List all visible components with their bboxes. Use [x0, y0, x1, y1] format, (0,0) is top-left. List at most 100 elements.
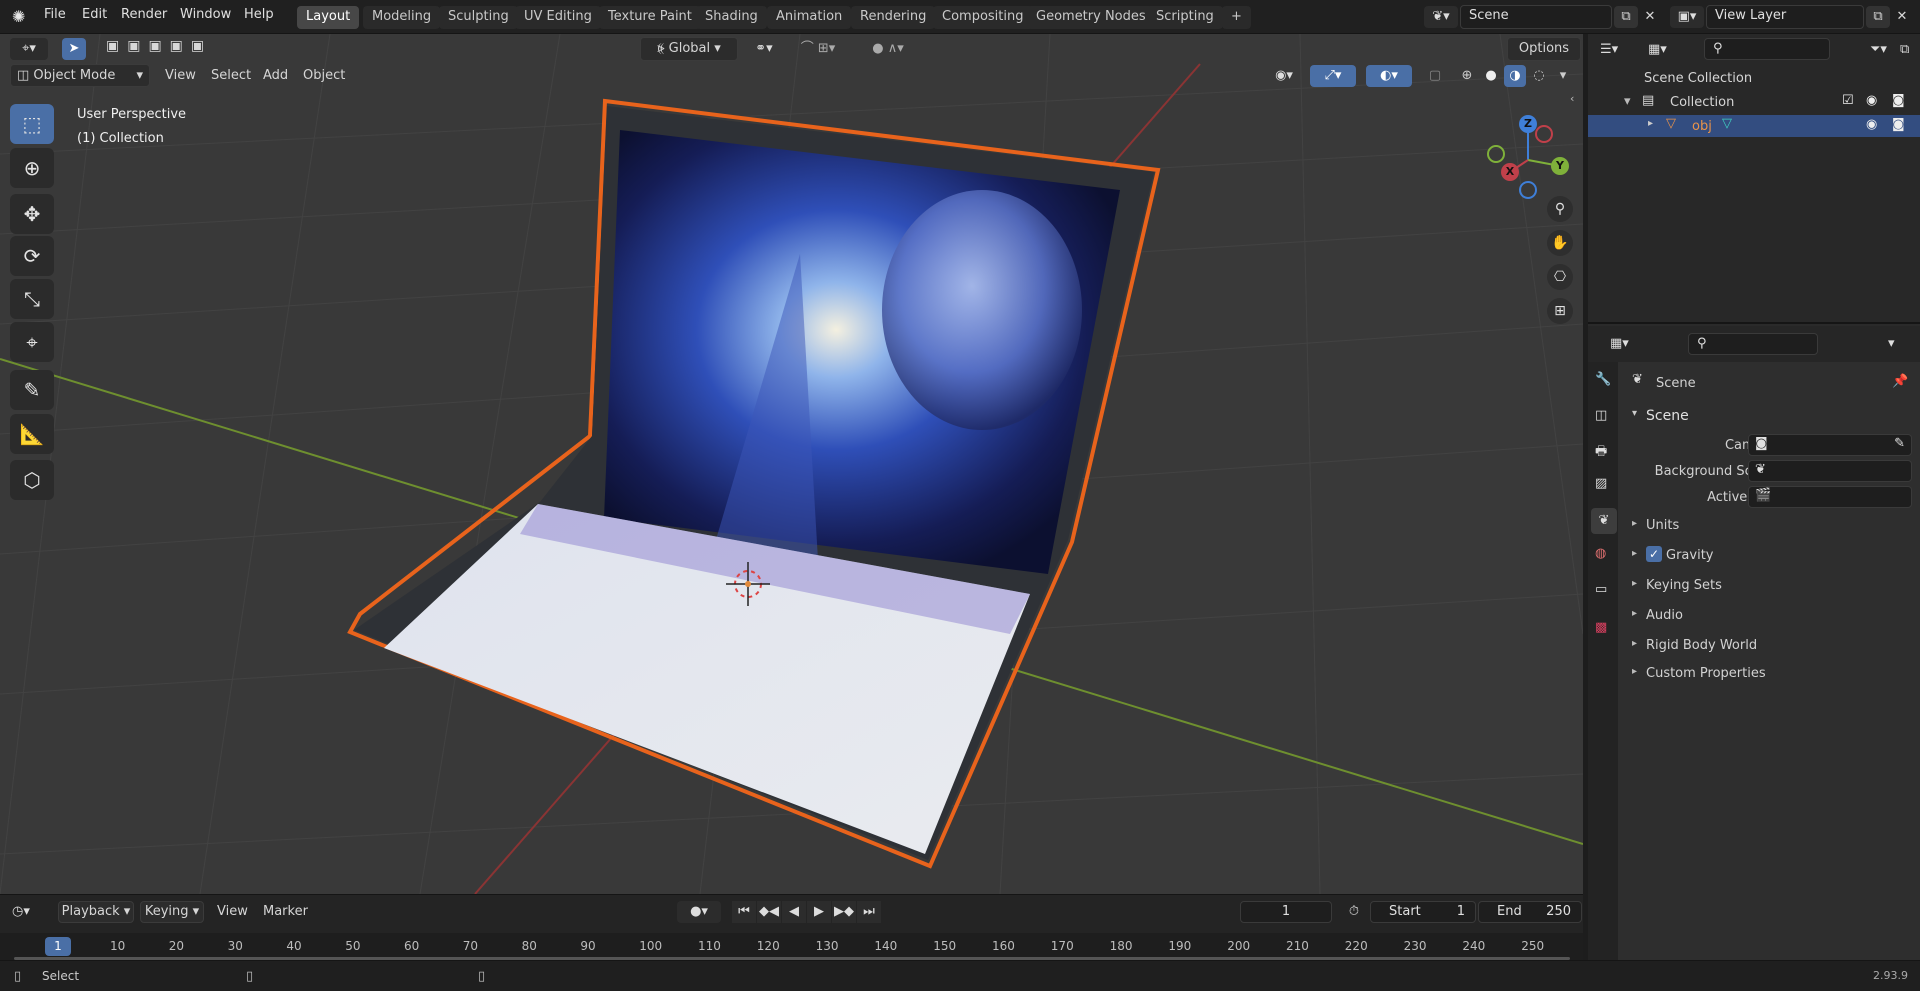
gravity-panel-header[interactable]: ▸ ✓ Gravity [1632, 544, 1920, 566]
xray-toggle-icon[interactable]: ▢ [1424, 65, 1446, 87]
mode-dropdown[interactable]: ◫ Object Mode ▾ [10, 64, 150, 87]
collection-render-camera-icon[interactable]: ◙ [1892, 93, 1905, 108]
play-reverse-icon[interactable]: ◀ [782, 901, 806, 923]
shading-solid-icon[interactable]: ● [1480, 65, 1502, 87]
new-view-layer-icon[interactable]: ⧉ [1866, 6, 1890, 28]
viewport-menu-select[interactable]: Select [211, 68, 251, 83]
jump-to-next-keyframe-icon[interactable]: ▶◆ [832, 901, 856, 923]
jump-to-end-icon[interactable]: ⏭ [857, 901, 881, 923]
texture-tab-icon[interactable]: ▩ [1595, 620, 1607, 635]
world-tab-icon[interactable]: ◍ [1595, 546, 1606, 561]
outliner-row-obj[interactable]: ▸ ▽ obj ▽ ◉ ◙ [1588, 115, 1920, 137]
transform-orientation-dropdown[interactable]: ⦕ Global ▾ [640, 37, 738, 61]
background-scene-field[interactable]: ❦ [1748, 460, 1912, 482]
delete-view-layer-icon[interactable]: ✕ [1890, 6, 1914, 28]
end-frame-field[interactable]: End 250 [1478, 901, 1582, 923]
current-frame-field[interactable]: 1 [1240, 901, 1332, 923]
collection-checkbox-icon[interactable]: ☑ [1842, 93, 1854, 108]
view-layer-selector-icon[interactable]: ▣▾ [1670, 6, 1704, 28]
tab-animation[interactable]: Animation [767, 6, 852, 29]
keying-menu[interactable]: Keying ▾ [140, 901, 204, 923]
obj-render-camera-icon[interactable]: ◙ [1892, 117, 1905, 132]
shading-wireframe-icon[interactable]: ⊕ [1456, 65, 1478, 87]
camera-field[interactable]: ◙ ✎ [1748, 434, 1912, 456]
shading-material-icon[interactable]: ◑ [1504, 65, 1526, 87]
tab-sculpting[interactable]: Sculpting [439, 6, 518, 29]
snap-icon[interactable]: ⌒ ⊞▾ [790, 38, 846, 60]
pivot-point-icon[interactable]: ⚭▾ [746, 38, 782, 60]
menu-window[interactable]: Window [180, 7, 231, 22]
outliner-row-collection[interactable]: ▾ ▤ Collection ☑ ◉ ◙ [1588, 91, 1920, 113]
gizmo-z-axis[interactable]: Z [1519, 115, 1537, 133]
tab-geometry-nodes[interactable]: Geometry Nodes [1027, 6, 1155, 29]
viewport-menu-object[interactable]: Object [303, 68, 345, 83]
new-scene-icon[interactable]: ⧉ [1614, 6, 1638, 28]
properties-search-input[interactable]: ⚲ [1688, 333, 1818, 355]
proportional-edit-icon[interactable]: ● ∧▾ [858, 38, 918, 60]
tool-annotate-icon[interactable]: ✎ [10, 370, 54, 410]
jump-to-previous-keyframe-icon[interactable]: ◆◀ [757, 901, 781, 923]
tab-modeling[interactable]: Modeling [363, 6, 441, 29]
properties-options-icon[interactable]: ▾ [1888, 333, 1910, 355]
tool-transform-icon[interactable]: ⌖ [10, 322, 54, 362]
preview-range-stopwatch-icon[interactable]: ⏱ [1342, 901, 1366, 923]
collection-expand-icon[interactable]: ▾ [1624, 94, 1631, 109]
view-layer-tab-icon[interactable]: ▨ [1595, 476, 1607, 491]
gravity-checkbox[interactable]: ✓ [1646, 546, 1662, 562]
timeline-menu-marker[interactable]: Marker [263, 904, 308, 919]
rigid-body-world-panel-header[interactable]: ▸ Rigid Body World [1632, 634, 1920, 656]
tab-shading[interactable]: Shading [696, 6, 767, 29]
overlay-toggle-icon[interactable]: ◐▾ [1366, 65, 1412, 87]
viewport-menu-add[interactable]: Add [263, 68, 288, 83]
menu-help[interactable]: Help [244, 7, 274, 22]
menu-edit[interactable]: Edit [82, 7, 107, 22]
pan-hand-icon[interactable]: ✋ [1547, 230, 1573, 256]
scene-selector-icon[interactable]: ❦▾ [1424, 6, 1458, 28]
tool-scale-icon[interactable]: ⤡ [10, 279, 54, 319]
start-frame-field[interactable]: Start 1 [1370, 901, 1476, 923]
tool-measure-icon[interactable]: 📐 [10, 414, 54, 454]
tool-tab-icon[interactable]: 🔧 [1595, 372, 1611, 387]
tab-scripting[interactable]: Scripting [1147, 6, 1223, 29]
audio-panel-header[interactable]: ▸ Audio [1632, 604, 1920, 626]
options-button[interactable]: Options [1507, 37, 1581, 61]
timeline-menu-view[interactable]: View [217, 904, 248, 919]
view-layer-name-field[interactable]: View Layer [1706, 5, 1864, 29]
tab-layout[interactable]: Layout [297, 6, 360, 29]
output-tab-icon[interactable]: 🖶 [1595, 442, 1607, 464]
tab-compositing[interactable]: Compositing [933, 6, 1033, 29]
tab-rendering[interactable]: Rendering [851, 6, 936, 29]
select-tool-icon[interactable]: ➤ [62, 38, 86, 60]
play-icon[interactable]: ▶ [807, 901, 831, 923]
timeline-editor-type-icon[interactable]: ◷▾ [12, 901, 48, 923]
outliner-display-mode-icon[interactable]: ▦▾ [1648, 39, 1682, 61]
editor-type-icon[interactable]: ⌖▾ [10, 38, 48, 60]
obj-expand-icon[interactable]: ▸ [1648, 118, 1653, 129]
pin-icon[interactable]: 📌 [1892, 374, 1908, 389]
auto-keying-record-icon[interactable]: ●▾ [677, 901, 721, 923]
collection-visibility-eye-icon[interactable]: ◉ [1866, 93, 1877, 108]
shading-rendered-icon[interactable]: ◌ [1528, 65, 1550, 87]
ortho-grid-icon[interactable]: ⊞ [1547, 298, 1573, 324]
blender-logo-icon[interactable]: ✺ [12, 7, 32, 27]
zoom-icon[interactable]: ⚲ [1547, 196, 1573, 222]
visibility-eye-icon[interactable]: ◉▾ [1268, 65, 1300, 87]
outliner-row-scene-collection[interactable]: Scene Collection [1588, 67, 1920, 89]
obj-visibility-eye-icon[interactable]: ◉ [1866, 117, 1877, 132]
gizmo-x-axis[interactable]: X [1501, 163, 1519, 181]
properties-editor-type-icon[interactable]: ▦▾ [1610, 333, 1646, 355]
playhead-marker[interactable]: 1 [45, 937, 71, 956]
eyedropper-icon[interactable]: ✎ [1894, 436, 1905, 451]
gizmo-y-axis[interactable]: Y [1551, 157, 1569, 175]
outliner-filter-icon[interactable]: ⏷▾ [1870, 39, 1898, 61]
scene-panel-header[interactable]: ▾ Scene [1632, 406, 1920, 428]
units-panel-header[interactable]: ▸ Units [1632, 514, 1920, 536]
3d-viewport[interactable]: ⌖▾ ➤ ▣▣▣▣▣ ⦕ Global ▾ ⚭▾ ⌒ ⊞▾ ● ∧▾ Optio… [0, 34, 1583, 894]
menu-render[interactable]: Render [121, 7, 167, 22]
gizmo-toggle-icon[interactable]: ⤢▾ [1310, 65, 1356, 87]
select-box-mode-icons[interactable]: ▣▣▣▣▣ [106, 38, 228, 60]
scene-tab-icon[interactable]: ❦ [1591, 508, 1617, 534]
menu-file[interactable]: File [44, 7, 66, 22]
camera-view-icon[interactable]: ⎔ [1547, 264, 1573, 290]
collapse-sidebar-icon[interactable]: ‹ [1570, 92, 1574, 105]
